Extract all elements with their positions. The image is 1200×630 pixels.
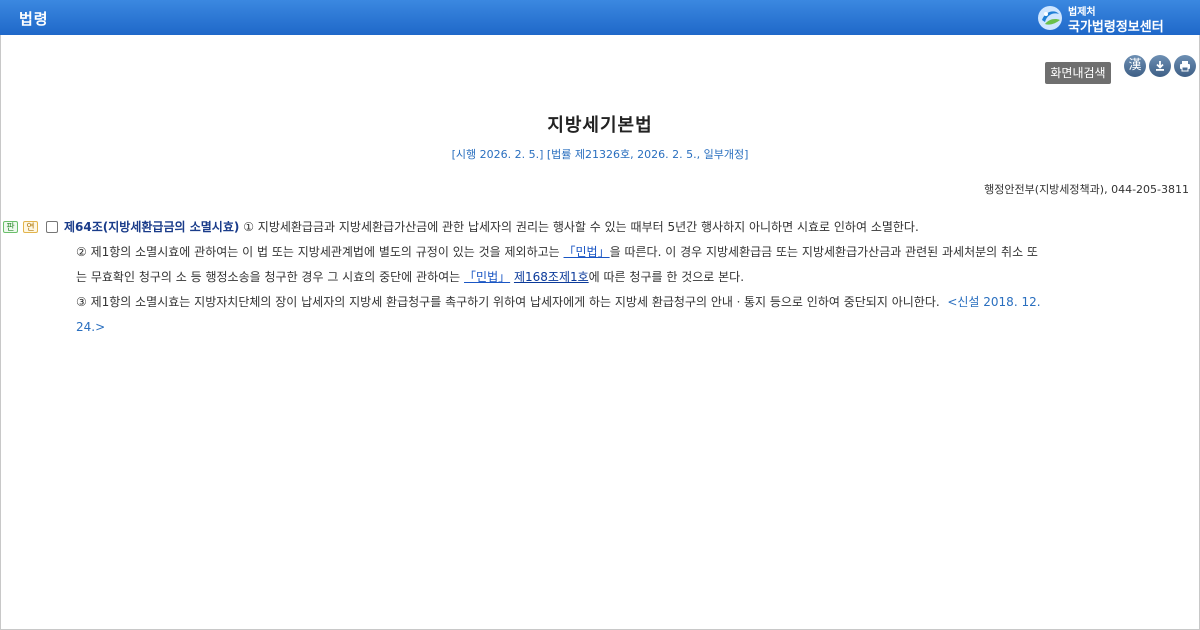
print-icon [1180, 61, 1190, 72]
law-enforcement-info: [시행 2026. 2. 5.] [법률 제21326호, 2026. 2. 5… [451, 148, 749, 161]
article-title[interactable]: 제64조(지방세환급금의 소멸시효) [64, 220, 239, 234]
article-paragraph-2-line-2: 는 무효확인 청구의 소 등 행정소송을 청구한 경우 그 시효의 중단에 관하… [76, 269, 744, 285]
law-title: 지방세기본법 [547, 115, 653, 136]
article-checkbox[interactable] [46, 221, 58, 233]
section-title: 법령 [19, 10, 49, 28]
civil-act-link-2[interactable]: 「민법」 [464, 270, 510, 284]
paragraph-2-text-a: ② 제1항의 소멸시효에 관하여는 이 법 또는 지방세관계법에 별도의 규정이… [76, 245, 564, 259]
brand-center: 국가법령정보센터 [1068, 20, 1164, 35]
hanja-icon: 漢 [1128, 58, 1142, 73]
paragraph-2-text-b: 을 따른다. 이 경우 지방세환급금 또는 지방세환급가산금과 관련된 과세처분… [609, 245, 1038, 259]
article-paragraph-3-line-1: ③ 제1항의 소멸시효는 지방자치단체의 장이 납세자의 지방세 환급청구를 촉… [76, 294, 1041, 310]
ministry-contact: 행정안전부(지방세정책과), 044-205-3811 [984, 183, 1189, 196]
print-button[interactable] [1174, 55, 1196, 77]
download-icon [1156, 61, 1164, 71]
civil-act-link[interactable]: 「민법」 [564, 245, 610, 259]
history-tag-button[interactable]: 연 [23, 221, 38, 233]
brand-logo[interactable]: 법제처 국가법령정보센터 [1037, 3, 1187, 35]
civil-act-article-link[interactable]: 제168조제1호 [514, 270, 589, 284]
article-paragraph-2-line-1: ② 제1항의 소멸시효에 관하여는 이 법 또는 지방세관계법에 별도의 규정이… [76, 244, 1038, 260]
paragraph-1-text: ① 지방세환급금과 지방세환급가산금에 관한 납세자의 권리는 행사할 수 있는… [243, 220, 919, 234]
amendment-note[interactable]: <신설 2018. 12. [947, 295, 1040, 309]
download-button[interactable] [1149, 55, 1171, 77]
article-paragraph-3-line-2: 24.> [76, 319, 105, 335]
hanja-button[interactable]: 漢 [1124, 55, 1146, 77]
paragraph-2-text-c: 는 무효확인 청구의 소 등 행정소송을 청구한 경우 그 시효의 중단에 관하… [76, 270, 465, 284]
top-bar: 법령 법제처 국가법령정보센터 [0, 0, 1200, 35]
paragraph-2-text-d: 에 따른 청구를 한 것으로 본다. [588, 270, 745, 284]
article-paragraph-1: 제64조(지방세환급금의 소멸시효) ① 지방세환급금과 지방세환급가산금에 관… [64, 219, 919, 235]
paragraph-3-text: ③ 제1항의 소멸시효는 지방자치단체의 장이 납세자의 지방세 환급청구를 촉… [76, 295, 940, 309]
moleg-logo-icon [1038, 6, 1062, 30]
amendment-note-end[interactable]: 24.> [76, 320, 105, 334]
in-page-search-button[interactable]: 화면내검색 [1045, 62, 1111, 84]
precedent-tag-button[interactable]: 판 [3, 221, 18, 233]
